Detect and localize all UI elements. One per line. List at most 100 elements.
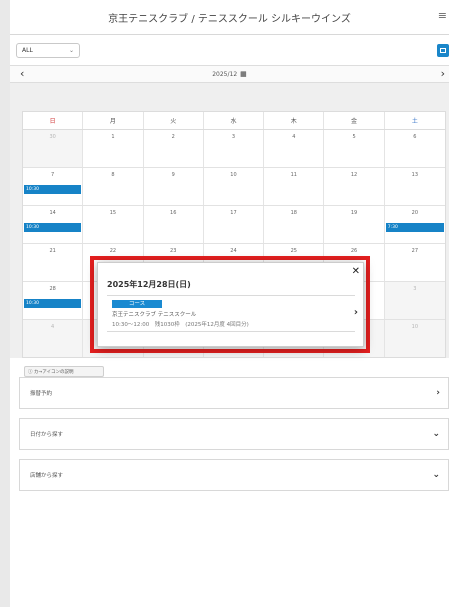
divider (107, 295, 355, 296)
calendar-day[interactable]: 4 (23, 320, 84, 357)
day-number: 24 (230, 248, 237, 254)
calendar-day[interactable]: 1 (83, 130, 144, 167)
weekday-mon: 月 (83, 112, 144, 129)
category-select-value: ALL (22, 47, 33, 54)
day-number: 18 (290, 210, 297, 216)
day-number: 26 (350, 248, 358, 254)
calendar-week: 14 10:30 15 16 17 18 19 20 7:30 (23, 206, 445, 244)
day-number: 17 (230, 210, 237, 216)
course-badge: コース (112, 300, 162, 308)
day-number: 11 (290, 172, 297, 178)
hamburger-menu-icon[interactable]: ≡ (438, 9, 447, 22)
chevron-right-icon: › (436, 388, 440, 398)
accordion-label: 店舗から探す (30, 473, 64, 479)
day-number: 30 (49, 134, 56, 140)
day-number: 21 (49, 248, 56, 254)
calendar-week: 7 10:30 8 9 10 11 12 13 (23, 168, 445, 206)
weekday-header: 日 月 火 水 木 金 土 (23, 112, 445, 130)
calendar-day[interactable]: 20 7:30 (385, 206, 445, 243)
accordion-transfer-reservation[interactable]: 振替予約 › (19, 377, 449, 409)
calendar-icon[interactable]: ▦ (240, 70, 247, 78)
popup-course-name[interactable]: 京王テニスクラブ テニススクール (112, 310, 196, 318)
day-number: 5 (352, 134, 356, 140)
calendar-week: 30 1 2 3 4 5 6 (23, 130, 445, 168)
calendar-day[interactable]: 30 (23, 130, 84, 167)
popup-lesson-detail[interactable]: 10:30〜12:00 残1030枠 (2025年12月度 4回目分) (112, 320, 249, 328)
prev-month-icon[interactable]: ‹ (20, 67, 24, 80)
divider (107, 331, 355, 332)
day-number: 8 (111, 172, 115, 178)
popup-date: 2025年12月28日(日) (107, 280, 191, 289)
day-number: 4 (51, 324, 55, 330)
chevron-down-icon: ⌄ (432, 429, 440, 439)
day-number: 25 (290, 248, 297, 254)
lesson-event[interactable]: 10:30 (24, 299, 82, 308)
weekday-sat: 土 (411, 118, 418, 125)
calendar-day[interactable]: 8 (83, 168, 144, 205)
calendar-day[interactable]: 9 (144, 168, 204, 205)
calendar-day[interactable]: 14 10:30 (23, 206, 84, 243)
lesson-event[interactable]: 10:30 (24, 185, 82, 194)
month-label[interactable]: 2025/12 (212, 71, 237, 78)
page-title: 京王テニスクラブ / テニススクール シルキーウインズ (108, 13, 351, 25)
chevron-right-icon[interactable]: › (354, 307, 358, 318)
calendar-day[interactable]: 13 (385, 168, 445, 205)
day-number: 1 (111, 134, 115, 140)
day-number: 9 (171, 172, 175, 178)
day-number: 27 (411, 248, 419, 254)
calendar-day[interactable]: 19 (324, 206, 385, 243)
day-number: 6 (413, 134, 417, 140)
day-number: 28 (49, 286, 56, 292)
calendar-day[interactable]: 11 (264, 168, 325, 205)
day-number: 10 (411, 324, 419, 330)
day-number: 20 (411, 210, 419, 216)
calendar-day[interactable]: 6 (385, 130, 445, 167)
calendar-day[interactable]: 27 (385, 244, 445, 281)
day-number: 16 (170, 210, 177, 216)
month-navigation: ‹ 2025/12 ▦ › (10, 65, 449, 83)
calendar-day[interactable]: 28 10:30 (23, 282, 84, 319)
lesson-event[interactable]: 10:30 (24, 223, 82, 232)
chevron-down-icon: ⌄ (68, 47, 74, 54)
day-number: 7 (51, 172, 55, 178)
calendar-day[interactable]: 3 (204, 130, 265, 167)
day-number: 3 (231, 134, 236, 140)
calendar-day[interactable]: 3 (384, 282, 445, 319)
calendar-day[interactable]: 10 (204, 168, 265, 205)
calendar-view-toggle-icon[interactable] (437, 44, 449, 57)
calendar-day[interactable]: 16 (144, 206, 204, 243)
day-number: 19 (350, 210, 358, 216)
calendar-day[interactable]: 12 (324, 168, 385, 205)
day-number: 15 (109, 210, 117, 216)
accordion-search-by-date[interactable]: 日付から探す ⌄ (19, 418, 449, 450)
calendar-day[interactable]: 5 (324, 130, 385, 167)
calendar-day[interactable]: 10 (384, 320, 445, 357)
calendar-day[interactable]: 15 (83, 206, 144, 243)
weekday-thu: 木 (264, 112, 325, 129)
day-number: 22 (109, 248, 117, 254)
close-icon[interactable]: ✕ (352, 266, 360, 277)
lesson-event[interactable]: 7:30 (385, 223, 444, 232)
weekday-sun: 日 (23, 112, 84, 129)
accordion-label: 日付から探す (30, 432, 64, 438)
day-number: 23 (170, 248, 177, 254)
calendar-day[interactable]: 18 (264, 206, 325, 243)
day-number: 10 (230, 172, 237, 178)
app-header: 京王テニスクラブ / テニススクール シルキーウインズ ≡ (10, 0, 449, 35)
day-number: 12 (350, 172, 358, 178)
icon-legend-button[interactable]: ⓘ カ→アイコンの説明 (24, 366, 104, 377)
calendar-day[interactable]: 21 (23, 244, 84, 281)
calendar-day[interactable]: 4 (264, 130, 325, 167)
accordion-search-by-store[interactable]: 店舗から探す ⌄ (19, 459, 449, 491)
event-popup: ✕ 2025年12月28日(日) コース 京王テニスクラブ テニススクール 10… (97, 262, 364, 347)
weekday-fri: 金 (324, 112, 385, 129)
calendar-day[interactable]: 7 10:30 (23, 168, 84, 205)
calendar-day[interactable]: 17 (204, 206, 265, 243)
next-month-icon[interactable]: › (441, 67, 445, 80)
category-select[interactable]: ALL ⌄ (16, 43, 80, 58)
day-number: 13 (411, 172, 419, 178)
calendar-day[interactable]: 2 (144, 130, 204, 167)
weekday-tue: 火 (144, 112, 204, 129)
accordion-label: 振替予約 (30, 391, 53, 397)
filter-row: ALL ⌄ (10, 39, 449, 65)
